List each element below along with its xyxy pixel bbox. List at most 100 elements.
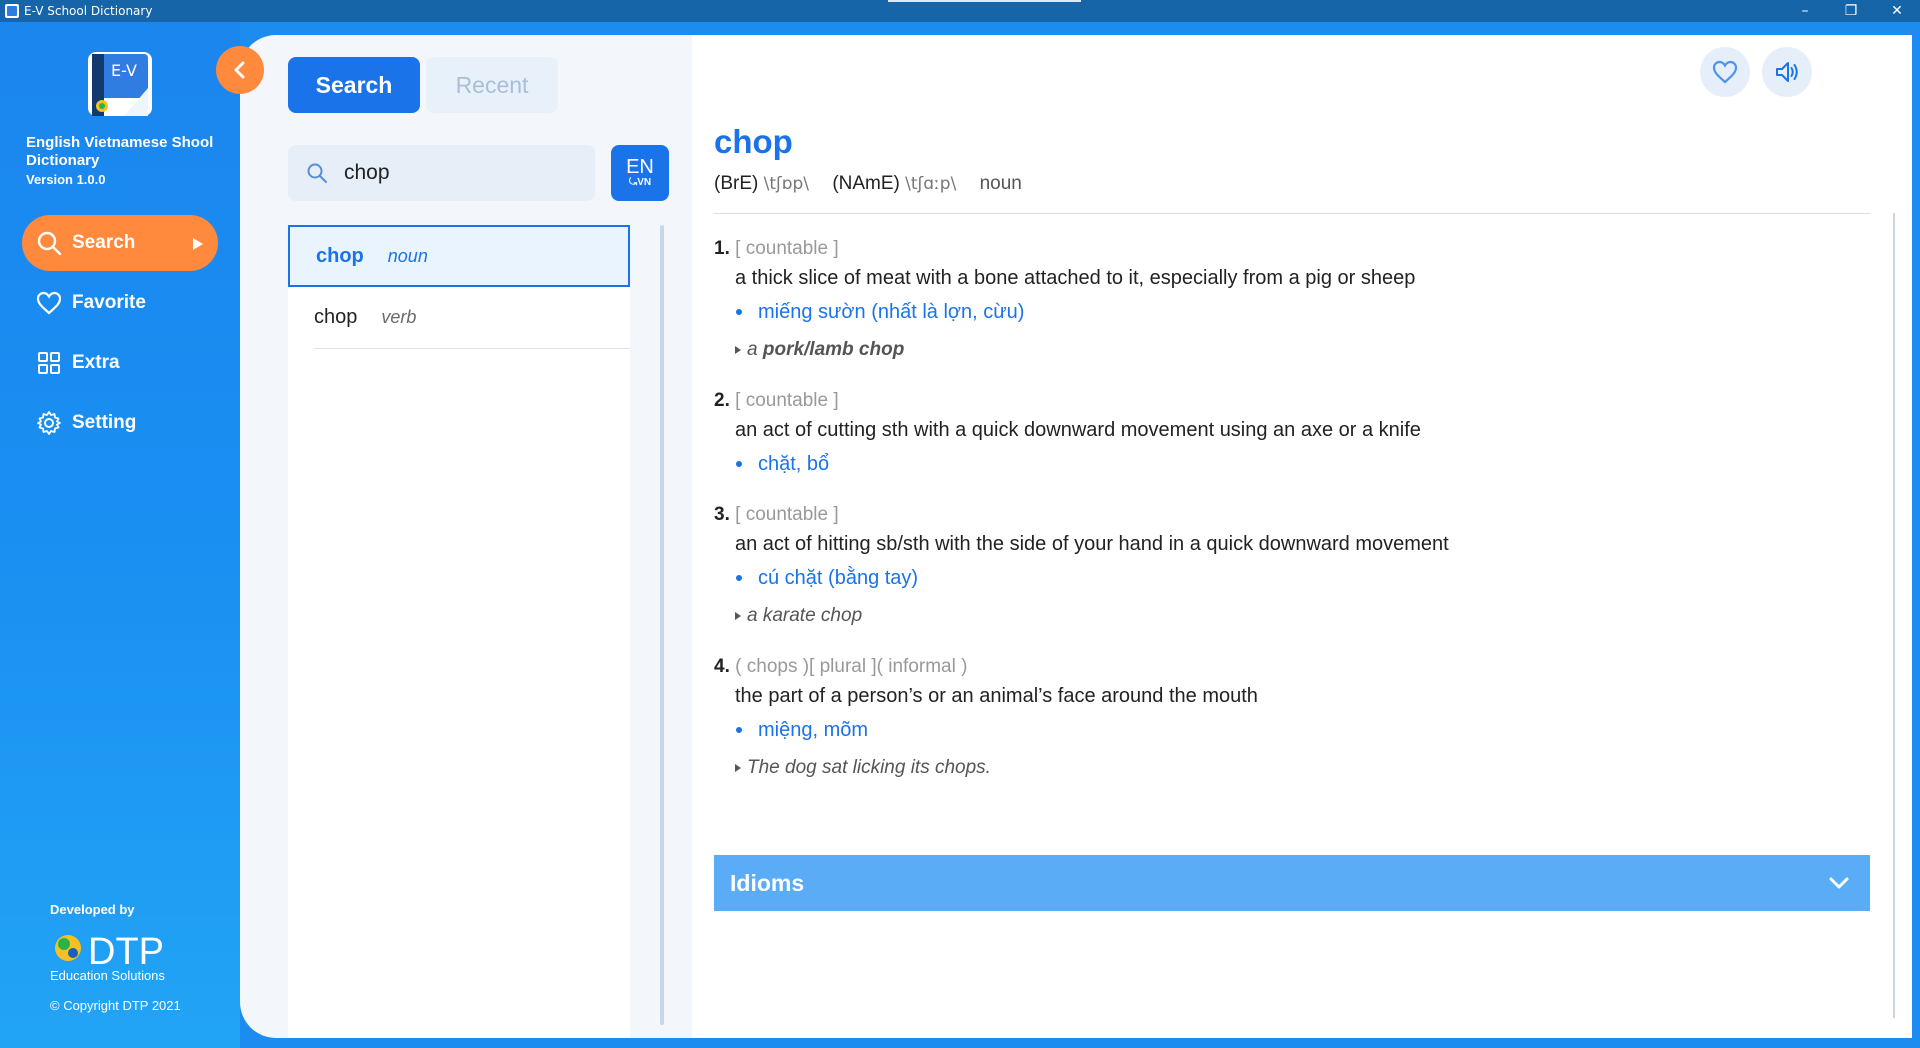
sense-header: 1. [ countable ]: [714, 235, 1870, 263]
tab-recent[interactable]: Recent: [426, 57, 558, 113]
sense-definition: the part of a person’s or an animal’s fa…: [735, 685, 1258, 707]
restore-button[interactable]: ❐: [1828, 0, 1874, 22]
sense-translation: miệng, mõm: [714, 711, 1870, 749]
tab-search[interactable]: Search: [288, 57, 420, 113]
logo-text: E-V: [111, 61, 137, 80]
result-list: chop noun chop verb: [288, 225, 630, 1038]
example-text: The dog sat licking its chops.: [747, 757, 991, 778]
dtp-logo: DTP Education Solutions: [50, 931, 165, 982]
gear-icon: [36, 410, 62, 436]
result-pos: noun: [387, 245, 428, 266]
result-word: chop: [316, 244, 364, 267]
headword: chop: [714, 123, 793, 160]
grid-icon: [36, 350, 62, 376]
header-divider: [714, 213, 1870, 214]
bullet-icon: [736, 575, 742, 581]
sense-example: The dog sat licking its chops.: [714, 749, 1870, 787]
language-toggle-button[interactable]: EN ⤿VN: [611, 145, 669, 201]
sense-labels: ( chops )[ plural ]( informal ): [735, 656, 968, 677]
sense-definition: an act of hitting sb/sth with the side o…: [735, 533, 1449, 555]
name-ipa: \tʃɑːp\: [905, 174, 957, 194]
caret-right-icon: [192, 235, 204, 257]
triangle-right-icon: [735, 612, 741, 620]
bre-ipa: \tʃɒp\: [763, 174, 810, 194]
result-list-scrollbar[interactable]: [660, 225, 664, 1025]
list-item[interactable]: chop verb: [314, 287, 630, 349]
app-version: Version 1.0.0: [26, 172, 106, 187]
heart-icon: [36, 290, 62, 316]
bullet-icon: [736, 309, 742, 315]
triangle-right-icon: [735, 346, 741, 354]
pronunciation-line: (BrE) \tʃɒp\ (NAmE) \tʃɑːp\ noun: [714, 173, 1022, 195]
drag-indicator: [888, 0, 1081, 2]
example-bold: pork/lamb chop: [762, 339, 905, 360]
sense-number: 3.: [714, 504, 730, 525]
language-target: ⤿VN: [628, 177, 652, 188]
window-title: E-V School Dictionary: [24, 4, 153, 18]
sense-item: 1. [ countable ] a thick slice of meat w…: [714, 235, 1870, 369]
search-icon: [307, 163, 327, 183]
translation-text: miệng, mõm: [758, 719, 869, 741]
bullet-icon: [736, 727, 742, 733]
window-controls: – ❐ ✕: [1782, 0, 1920, 22]
sense-list: 1. [ countable ] a thick slice of meat w…: [714, 235, 1870, 805]
search-box: [288, 145, 595, 201]
language-source: EN: [626, 156, 654, 178]
entry-pos: noun: [979, 173, 1022, 194]
sense-translation: cú chặt (bằng tay): [714, 559, 1870, 597]
result-word: chop: [314, 306, 358, 328]
sense-labels: [ countable ]: [735, 504, 839, 525]
sense-translation: chặt, bổ: [714, 445, 1870, 483]
sense-header: 3. [ countable ]: [714, 501, 1870, 529]
chevron-left-icon: [234, 61, 245, 79]
sidebar-item-label: Favorite: [72, 292, 146, 313]
sidebar-item-setting[interactable]: Setting: [22, 395, 218, 451]
translation-text: chặt, bổ: [758, 453, 830, 475]
collapse-sidebar-button[interactable]: [216, 46, 264, 94]
dtp-logo-text: DTP: [88, 931, 164, 973]
sidebar-item-extra[interactable]: Extra: [22, 335, 218, 391]
sidebar-item-label: Search: [72, 232, 136, 253]
sidebar-item-search[interactable]: Search: [22, 215, 218, 271]
app-name: English Vietnamese Shool Dictionary: [26, 134, 214, 169]
main-panel: Search Recent EN ⤿VN chop noun chop verb…: [240, 35, 1912, 1038]
sense-header: 2. [ countable ]: [714, 387, 1870, 415]
sidebar: E-V English Vietnamese Shool Dictionary …: [0, 22, 240, 1048]
sidebar-nav: Search Favorite Extra Setting: [22, 215, 218, 455]
app-icon: [5, 4, 19, 18]
sense-labels: [ countable ]: [735, 238, 839, 259]
close-button[interactable]: ✕: [1874, 0, 1920, 22]
favorite-button[interactable]: [1700, 47, 1750, 97]
idioms-label: Idioms: [730, 869, 805, 896]
sense-header: 4. ( chops )[ plural ]( informal ): [714, 653, 1870, 681]
minimize-button[interactable]: –: [1782, 0, 1828, 22]
sense-definition: an act of cutting sth with a quick downw…: [735, 419, 1421, 441]
sense-labels: [ countable ]: [735, 390, 839, 411]
example-prefix: a: [747, 339, 763, 360]
translation-text: cú chặt (bằng tay): [758, 567, 919, 589]
idioms-accordion[interactable]: Idioms: [714, 855, 1870, 911]
bullet-icon: [736, 461, 742, 467]
sense-item: 4. ( chops )[ plural ]( informal ) the p…: [714, 653, 1870, 787]
sidebar-item-label: Extra: [72, 352, 120, 373]
sense-number: 2.: [714, 390, 730, 411]
search-input[interactable]: [344, 161, 564, 185]
heart-icon: [1712, 60, 1738, 84]
language-target-label: VN: [637, 177, 652, 188]
detail-scrollbar[interactable]: [1893, 213, 1895, 1018]
speaker-icon: [1776, 62, 1798, 82]
search-icon: [36, 230, 62, 256]
sense-item: 2. [ countable ] an act of cutting sth w…: [714, 387, 1870, 483]
sense-translation: miếng sườn (nhất là lợn, cừu): [714, 293, 1870, 331]
list-item[interactable]: chop noun: [288, 225, 630, 287]
example-text: a karate chop: [747, 605, 863, 626]
triangle-right-icon: [735, 764, 741, 772]
developed-by-label: Developed by: [50, 902, 135, 917]
sidebar-item-favorite[interactable]: Favorite: [22, 275, 218, 331]
pronounce-button[interactable]: [1762, 47, 1812, 97]
sense-number: 4.: [714, 656, 730, 677]
entry-detail: chop (BrE) \tʃɒp\ (NAmE) \tʃɑːp\ noun 1.…: [692, 35, 1912, 1038]
translation-text: miếng sườn (nhất là lợn, cừu): [758, 301, 1025, 323]
sense-example: a karate chop: [714, 597, 1870, 635]
name-label: (NAmE): [832, 173, 900, 194]
